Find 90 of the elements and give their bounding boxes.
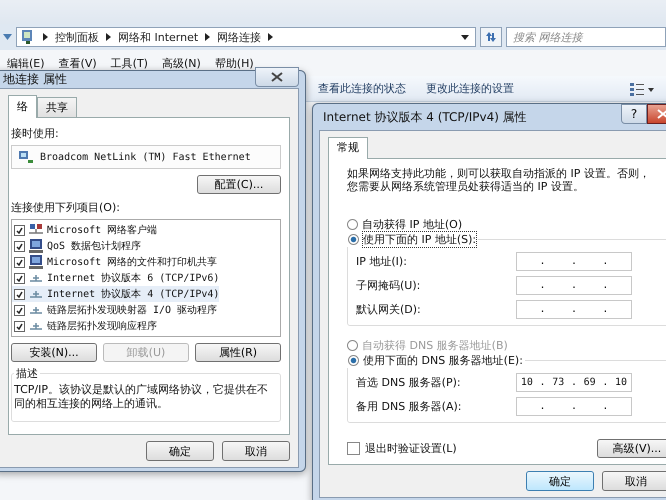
list-item[interactable]: Internet 协议版本 4 (TCP/IPv4) <box>12 286 220 302</box>
chevron-icon <box>43 33 48 41</box>
label: 接时使用: <box>11 126 60 141</box>
address-bar[interactable]: 控制面板 网络和 Internet 网络连接 <box>16 27 476 47</box>
tab[interactable]: 常规 <box>328 137 368 159</box>
field-label: 首选 DNS 服务器(P): <box>356 375 462 390</box>
refresh-icon <box>484 31 498 43</box>
radio-button[interactable] <box>348 355 359 366</box>
item-name: 链路层拓扑发现映射器 I/O 驱动程序 <box>47 304 218 317</box>
ip-address-field[interactable]: . . . <box>516 276 632 295</box>
item-name: 链路层拓扑发现响应程序 <box>47 320 157 333</box>
view-options-icon[interactable] <box>630 82 654 96</box>
toolbar-link[interactable]: 更改此连接的设置 <box>426 81 514 96</box>
dialog-button[interactable]: 取消 <box>222 441 290 461</box>
checkbox[interactable] <box>14 272 25 284</box>
action-button[interactable]: 属性(R) <box>195 343 281 362</box>
computer-icon <box>28 254 44 270</box>
item-name: Microsoft 网络客户端 <box>47 224 158 237</box>
checkbox[interactable] <box>14 240 25 252</box>
window-title: 地连接 属性 <box>3 71 67 88</box>
adapter-name: Broadcom NetLink (TM) Fast Ethernet <box>40 152 251 162</box>
menu-item[interactable]: 编辑(E) <box>7 56 45 74</box>
chevron-icon <box>268 33 274 41</box>
caret-icon[interactable] <box>461 34 469 40</box>
menu-item[interactable]: 工具(T) <box>110 56 148 74</box>
breadcrumb-item[interactable]: 网络连接 <box>217 30 262 44</box>
checkbox[interactable] <box>14 288 25 300</box>
breadcrumb-item[interactable]: 网络和 Internet <box>118 30 198 44</box>
protocol-icon <box>28 305 44 315</box>
item-name: Internet 协议版本 4 (TCP/IPv4) <box>47 288 220 301</box>
menu-item[interactable]: 高级(N) <box>162 56 201 74</box>
configure-button[interactable]: 配置(C)... <box>197 175 281 194</box>
computer-icon <box>28 238 44 254</box>
action-button[interactable]: 安装(N)... <box>11 343 97 362</box>
checkbox[interactable] <box>14 224 25 236</box>
ip-address-field[interactable]: . . . <box>516 397 632 416</box>
list-item[interactable]: 链路层拓扑发现映射器 I/O 驱动程序 <box>12 302 218 318</box>
radio-label[interactable]: 自动获得 IP 地址(O) <box>362 217 462 232</box>
item-name: QoS 数据包计划程序 <box>47 240 142 253</box>
radio-label[interactable]: 使用下面的 IP 地址(S): <box>363 232 476 247</box>
dialog-button[interactable]: 取消 <box>602 471 666 491</box>
radio-button[interactable] <box>347 219 358 230</box>
dialog-button[interactable]: 确定 <box>526 471 594 491</box>
label: 连接使用下列项目(O): <box>11 200 121 215</box>
close-icon <box>271 72 283 82</box>
menu-item[interactable]: 查看(V) <box>58 56 97 74</box>
checkbox[interactable] <box>347 442 360 455</box>
ip-address-field[interactable]: 10 . 73 . 69 . 10 <box>516 373 632 392</box>
checkbox[interactable] <box>14 320 25 332</box>
ip-address-field[interactable]: . . . <box>516 252 632 271</box>
close-icon <box>657 109 666 119</box>
advanced-button[interactable]: 高级(V)... <box>597 439 666 458</box>
checkbox-label[interactable]: 退出时验证设置(L) <box>365 441 457 456</box>
window-title: Internet 协议版本 4 (TCP/IPv4) 属性 <box>323 108 527 126</box>
list-item[interactable]: Microsoft 网络的文件和打印机共享 <box>12 254 218 270</box>
search-field[interactable]: 搜索 网络连接 <box>506 27 666 47</box>
toolbar-link[interactable]: 查看此连接的状态 <box>318 81 406 96</box>
list-item[interactable]: Internet 协议版本 6 (TCP/IPv6) <box>12 270 220 286</box>
protocol-icon <box>28 289 44 299</box>
group-title: 描述 <box>15 366 39 381</box>
description-text: TCP/IP。该协议是默认的广域网络协议，它提供在不同的相互连接的网络上的通讯。 <box>14 383 269 411</box>
list-item[interactable]: 链路层拓扑发现响应程序 <box>12 318 157 334</box>
field-label: 默认网关(D): <box>356 302 422 317</box>
help-button[interactable]: ? <box>621 104 647 124</box>
ip-address-field[interactable]: . . . <box>516 300 632 319</box>
network-adapter-icon <box>18 150 34 164</box>
chevron-icon <box>205 33 210 41</box>
protocol-icon <box>28 321 44 331</box>
intro-text: 如果网络支持此功能，则可以获取自动指派的 IP 设置。否则，您需要从网络系统管理员处获得适当的 IP 设置。 <box>347 167 651 193</box>
field-label: 子网掩码(U): <box>356 278 422 293</box>
field-label: IP 地址(I): <box>356 254 408 269</box>
radio-button[interactable] <box>348 234 359 245</box>
list-item[interactable]: Microsoft 网络客户端 <box>12 222 158 238</box>
close-button[interactable] <box>255 66 299 86</box>
item-name: Microsoft 网络的文件和打印机共享 <box>47 256 218 269</box>
field-label: 备用 DNS 服务器(A): <box>356 399 462 414</box>
list-item[interactable]: QoS 数据包计划程序 <box>12 238 142 254</box>
checkbox[interactable] <box>14 256 25 268</box>
tab[interactable]: 络 <box>8 95 37 118</box>
network-client-icon <box>28 223 44 237</box>
refresh-button[interactable] <box>480 27 502 47</box>
tab[interactable]: 共享 <box>37 97 77 117</box>
menu-item[interactable]: 帮助(H) <box>214 56 254 74</box>
item-name: Internet 协议版本 6 (TCP/IPv6) <box>47 272 220 285</box>
dialog-button[interactable]: 确定 <box>146 441 214 461</box>
breadcrumb-item[interactable]: 控制面板 <box>55 30 99 44</box>
radio-label[interactable]: 使用下面的 DNS 服务器地址(E): <box>363 353 523 368</box>
checkbox[interactable] <box>14 304 25 316</box>
chevron-icon <box>106 33 111 41</box>
protocol-icon <box>28 273 44 283</box>
